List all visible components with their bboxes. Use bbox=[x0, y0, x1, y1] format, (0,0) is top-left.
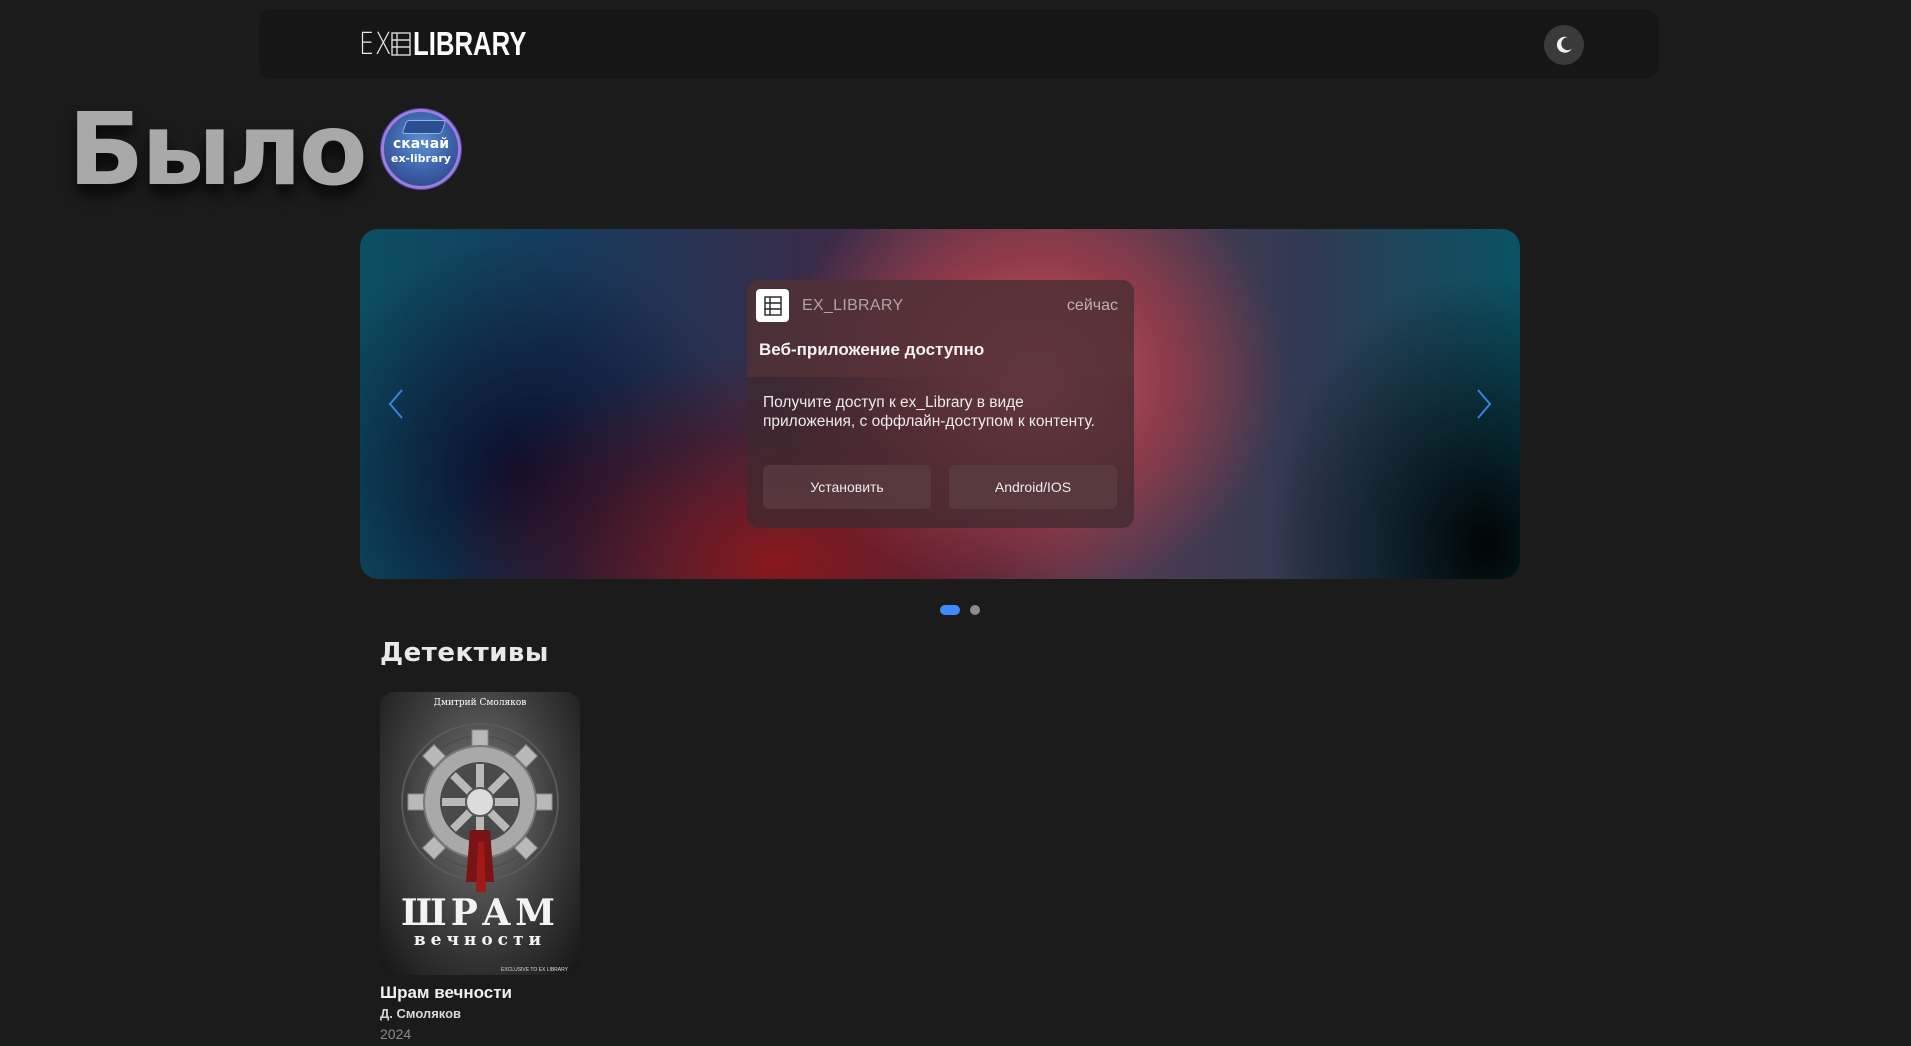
install-button[interactable]: Установить bbox=[763, 465, 931, 509]
notification-app-name: EX_LIBRARY bbox=[802, 297, 904, 314]
book-year: 2024 bbox=[380, 1026, 412, 1042]
page-title: Было bbox=[68, 91, 368, 208]
carousel-next-arrow-icon[interactable] bbox=[1468, 384, 1498, 424]
app-logo-icon bbox=[756, 289, 789, 322]
theme-toggle-button[interactable] bbox=[1544, 25, 1584, 65]
pwa-notification-card: EX_LIBRARY сейчас Веб-приложение доступн… bbox=[747, 280, 1134, 528]
android-ios-button[interactable]: Android/IOS bbox=[949, 465, 1117, 509]
download-app-badge[interactable]: скачай ex-library bbox=[381, 109, 461, 189]
moon-icon bbox=[1556, 36, 1572, 53]
badge-line-1: скачай bbox=[392, 136, 450, 152]
logo-library-text: LIBRARY bbox=[413, 25, 527, 62]
page: EX LIBRARY Было скачай ex-library EX_LIB… bbox=[0, 0, 1911, 1046]
top-navbar: EX LIBRARY bbox=[259, 9, 1659, 79]
book-card[interactable]: Дмитрий Смоляков ШРАМ вечности EXCLUSIVE… bbox=[380, 692, 580, 1042]
book-cover[interactable]: Дмитрий Смоляков ШРАМ вечности EXCLUSIVE… bbox=[380, 692, 580, 975]
book-icon bbox=[391, 32, 411, 56]
phone-icon bbox=[401, 120, 447, 134]
carousel-dot-1[interactable] bbox=[940, 605, 960, 615]
cover-title-line-2: вечности bbox=[413, 930, 547, 950]
notification-title: Веб-приложение доступно bbox=[759, 340, 985, 359]
promo-carousel: EX_LIBRARY сейчас Веб-приложение доступн… bbox=[360, 229, 1520, 579]
book-title[interactable]: Шрам вечности bbox=[380, 983, 580, 1003]
book-author[interactable]: Д. Смоляков bbox=[380, 1006, 580, 1021]
carousel-pagination bbox=[940, 605, 980, 615]
notification-time: сейчас bbox=[1066, 297, 1118, 314]
notification-body: Получите доступ к ex_Library в виде прил… bbox=[763, 394, 1095, 430]
badge-line-2: ex-library bbox=[391, 152, 451, 165]
logo-ex-text: EX bbox=[359, 26, 393, 62]
carousel-dot-2[interactable] bbox=[970, 605, 980, 615]
cover-footer: EXCLUSIVE TO EX LIBRARY bbox=[501, 967, 568, 973]
site-logo[interactable]: EX LIBRARY bbox=[359, 25, 558, 62]
carousel-prev-arrow-icon[interactable] bbox=[382, 384, 412, 424]
section-title: Детективы bbox=[380, 638, 549, 668]
notification-header: EX_LIBRARY сейчас Веб-приложение доступн… bbox=[747, 280, 1134, 377]
cover-title-line-1: ШРАМ bbox=[401, 892, 559, 934]
